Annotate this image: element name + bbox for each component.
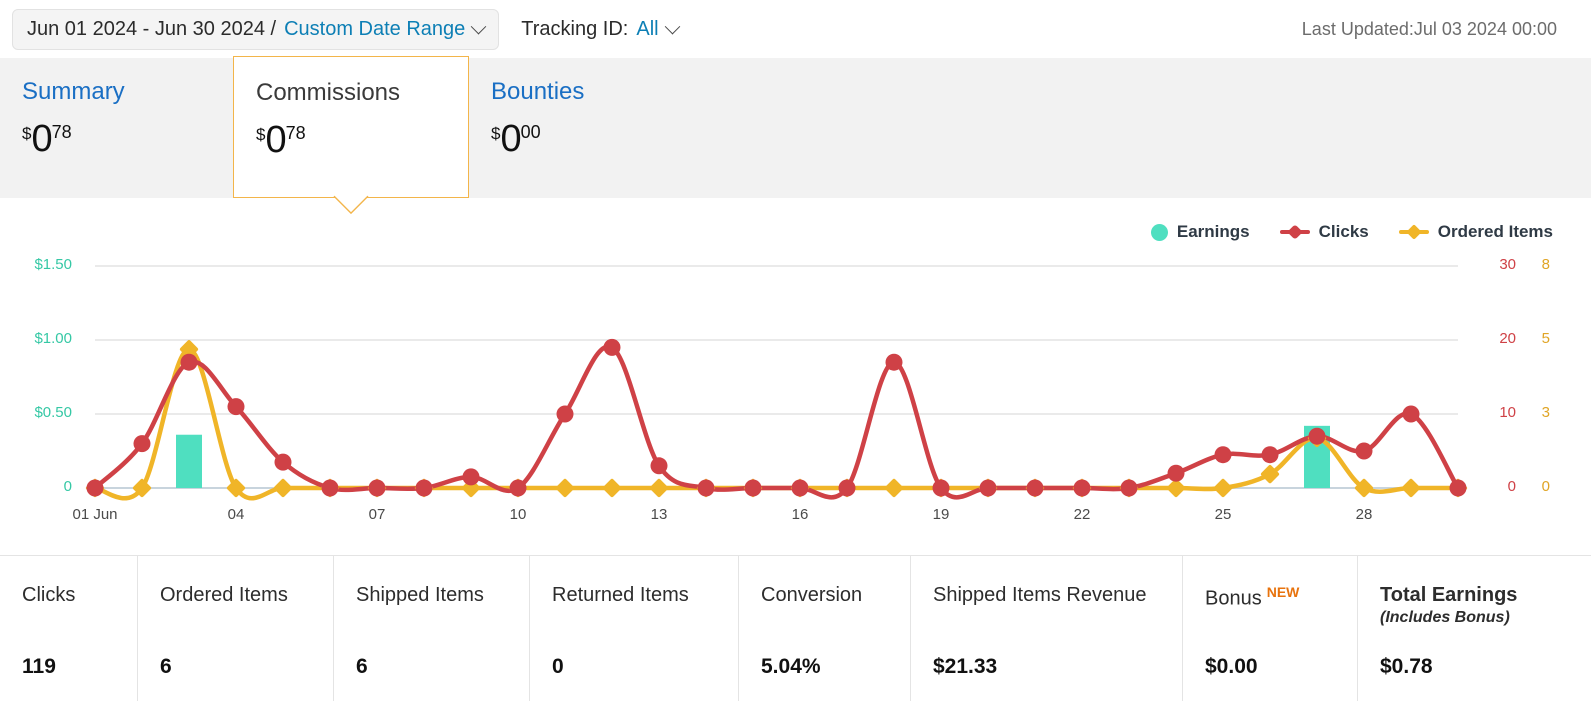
amount-fraction: 78 — [51, 122, 72, 142]
metric-cell: Conversion 5.04% — [738, 556, 910, 701]
metric-label: Ordered Items — [160, 584, 288, 606]
amount-fraction: 78 — [285, 123, 306, 143]
metric-label: Returned Items — [552, 584, 689, 606]
x-axis-tick-label: 04 — [227, 506, 245, 523]
performance-chart: Earnings Clicks Ordered Items 0 $0.50 $1.0… — [0, 210, 1591, 555]
metric-cell: Shipped Items 6 — [333, 556, 529, 701]
x-axis-tick-label: 19 — [932, 506, 950, 523]
metric-cell: Clicks 119 — [0, 556, 137, 701]
summary-cards-region: Summary $0 78 Bounties $0 00 Commissions $… — [0, 56, 1591, 215]
metric-value: $0.00 — [1205, 655, 1258, 678]
popover-amount: $0 78 — [256, 121, 446, 159]
y-axis-tick-clicks: 0 — [1507, 478, 1516, 495]
metric-sublabel: (Includes Bonus) — [1380, 609, 1510, 626]
metric-value: 6 — [160, 655, 172, 678]
x-axis-tick-label: 22 — [1073, 506, 1091, 523]
bounties-card-title: Bounties — [491, 78, 585, 105]
bounties-card[interactable]: Bounties $0 00 — [469, 58, 1591, 198]
metric-label: Bonus NEW — [1205, 584, 1300, 610]
summary-card[interactable]: Summary $0 78 — [0, 58, 233, 198]
metric-cell: Shipped Items Revenue $21.33 — [910, 556, 1182, 701]
y-axis-tick-earnings: $0.50 — [34, 404, 72, 421]
x-axis-tick-label: 10 — [509, 506, 527, 523]
y-axis-tick-ordered-items: 3 — [1541, 403, 1550, 421]
metric-cell: Bonus NEW $0.00 — [1182, 556, 1357, 701]
y-axis-tick-ordered-items: 5 — [1541, 330, 1550, 347]
summary-card-title: Summary — [22, 78, 125, 105]
toolbar: Jun 01 2024 - Jun 30 2024 / Custom Date … — [0, 0, 1591, 58]
metric-cell: Ordered Items 6 — [137, 556, 333, 701]
amount-whole: 0 — [31, 118, 52, 160]
summary-card-amount: $0 78 — [22, 120, 211, 158]
metric-label: Shipped Items — [356, 584, 484, 606]
metric-value: $21.33 — [933, 655, 998, 678]
x-axis-tick-label: 01 Jun — [72, 506, 118, 523]
metric-label: Total Earnings — [1380, 584, 1518, 606]
metric-value: $0.78 — [1380, 655, 1433, 678]
chevron-down-icon — [471, 18, 487, 34]
y-axis-tick-earnings: 0 — [63, 478, 72, 495]
amount-whole: 0 — [500, 118, 521, 160]
date-range-preset-label: Custom Date Range — [284, 17, 466, 40]
x-axis-tick-label: 25 — [1214, 506, 1232, 523]
date-range-text: Jun 01 2024 - Jun 30 2024 / — [27, 17, 277, 40]
new-badge: NEW — [1266, 584, 1300, 600]
commissions-popover[interactable]: Commissions $0 78 — [233, 56, 469, 215]
y-axis-tick-earnings: $1.50 — [34, 256, 72, 273]
y-axis-tick-clicks: 30 — [1499, 256, 1516, 273]
tracking-id-label: Tracking ID: — [521, 17, 629, 40]
metric-value: 0 — [552, 655, 564, 678]
metric-label: Shipped Items Revenue — [933, 584, 1147, 606]
x-axis-tick-label: 07 — [368, 506, 386, 523]
popover-tail-icon — [333, 193, 369, 215]
chart-plot-area — [85, 265, 1468, 501]
popover-title: Commissions — [256, 79, 401, 106]
currency-symbol: $ — [256, 125, 266, 144]
chevron-down-icon — [664, 18, 680, 34]
amount-whole: 0 — [265, 119, 286, 161]
tracking-id-selector[interactable]: Tracking ID: All — [521, 17, 680, 41]
metrics-summary-table: Clicks 119 Ordered Items 6 Shipped Items 6 Ret… — [0, 555, 1591, 701]
y-axis-tick-ordered-items: 8 — [1541, 256, 1550, 273]
tracking-id-value: All — [636, 17, 659, 40]
y-axis-tick-earnings: $1.00 — [34, 330, 72, 347]
amount-fraction: 00 — [520, 122, 541, 142]
bounties-card-amount: $0 00 — [491, 120, 1569, 158]
metric-label: Clicks — [22, 584, 76, 606]
x-axis-tick-label: 16 — [791, 506, 809, 523]
metric-value: 119 — [22, 655, 56, 678]
date-range-selector[interactable]: Jun 01 2024 - Jun 30 2024 / Custom Date … — [12, 8, 500, 50]
x-axis-tick-label: 28 — [1355, 506, 1373, 523]
last-updated-text: Last Updated:Jul 03 2024 00:00 — [1301, 18, 1557, 39]
currency-symbol: $ — [491, 124, 501, 143]
metric-label: Conversion — [761, 584, 863, 606]
y-axis-tick-ordered-items: 0 — [1541, 478, 1550, 495]
metric-value: 5.04% — [761, 655, 821, 678]
metric-value: 6 — [356, 655, 368, 678]
metric-cell: Total Earnings (Includes Bonus) $0.78 — [1357, 556, 1591, 701]
currency-symbol: $ — [22, 124, 32, 143]
y-axis-tick-clicks: 20 — [1499, 330, 1516, 347]
y-axis-tick-clicks: 10 — [1499, 404, 1516, 421]
metric-cell: Returned Items 0 — [529, 556, 738, 701]
x-axis-tick-label: 13 — [650, 506, 668, 523]
